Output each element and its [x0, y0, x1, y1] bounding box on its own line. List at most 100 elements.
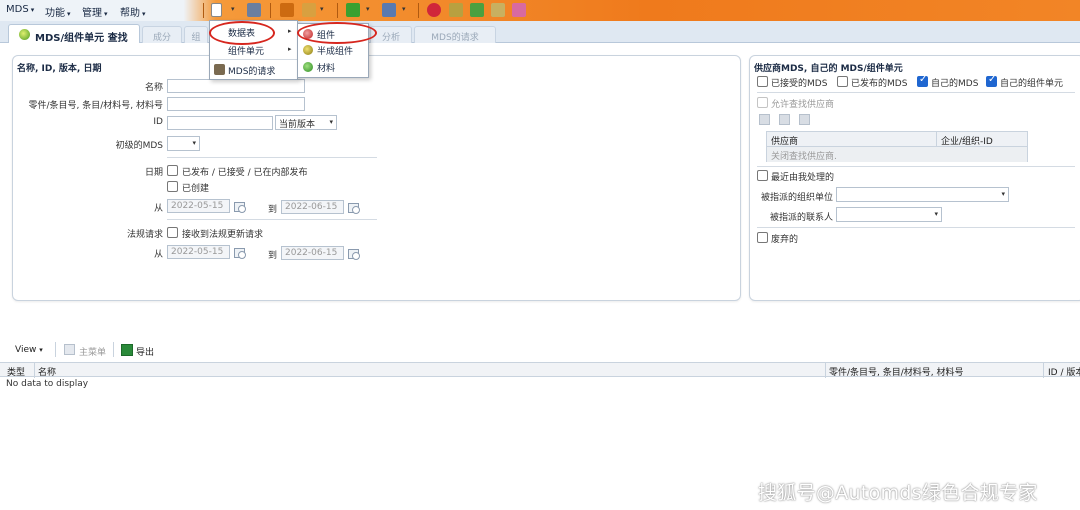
column-separator[interactable] [1043, 363, 1044, 378]
divider [167, 219, 377, 220]
column-separator[interactable] [825, 363, 826, 378]
settings-icon[interactable] [427, 3, 441, 17]
add-supplier-icon[interactable] [759, 114, 770, 125]
component-icon [19, 29, 30, 40]
menu-functions-label: 功能 [45, 8, 65, 19]
flag-icon[interactable] [280, 3, 294, 17]
submenu-item-material[interactable]: 材料 [317, 61, 335, 74]
excel-icon[interactable] [121, 344, 133, 356]
tab-label: MDS/组件单元 查找 [35, 33, 128, 44]
published-mds-checkbox[interactable] [837, 76, 848, 87]
id-input[interactable] [167, 116, 273, 130]
chart-icon[interactable] [302, 3, 316, 17]
allow-supplier-checkbox[interactable] [757, 97, 768, 108]
upload-icon[interactable] [382, 3, 396, 17]
column-id-version[interactable]: ID / 版本 [1048, 365, 1080, 378]
tab-mds-search[interactable]: MDS/组件单元 查找 [8, 24, 140, 44]
to-label: 到 [267, 205, 277, 215]
tab-mds-requests[interactable]: MDS的请求 [414, 26, 496, 43]
divider [757, 92, 1075, 93]
assigned-contact-label: 被指派的联系人 [769, 213, 833, 223]
supplier-table: 供应商 企业/组织-ID 关闭查找供应商. [766, 131, 1028, 162]
main-menu-button[interactable]: 主菜单 [79, 345, 106, 358]
date-label: 日期 [144, 168, 163, 178]
chevron-down-icon[interactable]: ▾ [231, 5, 235, 13]
own-mds-checkbox[interactable] [917, 74, 928, 87]
main-menu-icon[interactable] [64, 344, 75, 355]
submenu-item-semi-component[interactable]: 半成组件 [317, 44, 353, 57]
menu-item-component-unit[interactable]: 组件单元 [228, 44, 264, 57]
assigned-contact-select[interactable]: ▾ [836, 207, 942, 222]
chevron-down-icon[interactable]: ▾ [402, 5, 406, 13]
menu-admin-label: 管理 [82, 8, 102, 19]
save-icon[interactable] [247, 3, 261, 17]
date-to-input[interactable]: 2022-06-15 [281, 200, 344, 214]
flask-icon[interactable] [512, 3, 526, 17]
menu-help[interactable]: 帮助 ▾ [120, 4, 146, 19]
column-type[interactable]: 类型 [7, 365, 25, 378]
calendar-icon[interactable] [233, 200, 246, 213]
org-id-column-header[interactable]: 企业/组织-ID [937, 132, 1027, 147]
assigned-org-select[interactable]: ▾ [836, 187, 1009, 202]
new-document-icon[interactable] [211, 3, 222, 17]
tab-strip: MDS/组件单元 查找 成分 组 分析 MDS的请求 [0, 21, 1080, 44]
tools-icon[interactable] [449, 3, 463, 17]
regulation-request-label: 法规请求 [126, 230, 163, 240]
highlight-ring [297, 22, 377, 44]
discarded-label: 废弃的 [771, 235, 799, 245]
save-supplier-icon[interactable] [799, 114, 810, 125]
initial-mds-select[interactable]: ▾ [167, 136, 200, 151]
accepted-mds-checkbox[interactable] [757, 76, 768, 87]
submenu-arrow-icon: ▸ [288, 45, 292, 53]
column-separator[interactable] [34, 363, 35, 378]
menu-item-mds-request[interactable]: MDS的请求 [228, 64, 275, 77]
tab-group[interactable]: 组 [184, 26, 208, 43]
panel-title: 供应商MDS, 自己的 MDS/组件单元 [754, 64, 903, 74]
date-from-input[interactable]: 2022-05-15 [167, 199, 230, 213]
recent-processed-checkbox[interactable] [757, 170, 768, 181]
regulation-request-checkbox[interactable] [167, 227, 178, 238]
part-number-input[interactable] [167, 97, 305, 111]
date-published-checkbox[interactable] [167, 165, 178, 176]
tab-label: MDS的请求 [431, 33, 479, 43]
chevron-down-icon: ▾ [1001, 190, 1005, 198]
export-button[interactable]: 导出 [136, 345, 154, 358]
supplier-column-header[interactable]: 供应商 [767, 132, 937, 147]
reg-date-to-input[interactable]: 2022-06-15 [281, 246, 344, 260]
name-label: 名称 [144, 83, 163, 93]
name-input[interactable] [167, 79, 305, 93]
calendar-icon[interactable] [347, 201, 360, 214]
menu-bar: MDS ▾ 功能 ▾ 管理 ▾ 帮助 ▾ ▾ ▾ ▾ ▾ [0, 0, 1080, 21]
column-part-number[interactable]: 零件/条目号, 条目/材料号, 材料号 [829, 365, 964, 378]
calendar-icon[interactable] [347, 247, 360, 260]
from-label: 从 [153, 250, 163, 260]
view-menu[interactable]: View ▾ [15, 345, 43, 355]
hand-icon[interactable] [491, 3, 505, 17]
remove-supplier-icon[interactable] [779, 114, 790, 125]
chevron-down-icon[interactable]: ▾ [320, 5, 324, 13]
version-select[interactable]: 当前版本 ▾ [275, 115, 337, 130]
own-component-checkbox[interactable] [986, 74, 997, 87]
date-created-checkbox[interactable] [167, 181, 178, 192]
to-label: 到 [267, 251, 277, 261]
reg-date-from-input[interactable]: 2022-05-15 [167, 245, 230, 259]
empty-grid-message: No data to display [6, 379, 89, 389]
initial-mds-label: 初级的MDS [115, 141, 163, 151]
semi-component-icon [303, 45, 313, 55]
divider [167, 157, 377, 158]
chevron-down-icon[interactable]: ▾ [366, 5, 370, 13]
menu-admin[interactable]: 管理 ▾ [82, 4, 108, 19]
menu-help-label: 帮助 [120, 8, 140, 19]
menu-functions[interactable]: 功能 ▾ [45, 4, 71, 19]
divider [757, 227, 1075, 228]
menu-mds[interactable]: MDS ▾ [6, 4, 34, 15]
results-grid-header: 类型 名称 零件/条目号, 条目/材料号, 材料号 ID / 版本 [0, 362, 1080, 378]
calendar-icon[interactable] [233, 246, 246, 259]
tab-label: 分析 [381, 33, 400, 43]
network-icon[interactable] [470, 3, 484, 17]
tab-substance[interactable]: 成分 [142, 26, 182, 43]
column-name[interactable]: 名称 [38, 365, 56, 378]
download-icon[interactable] [346, 3, 360, 17]
toolbar-separator [55, 342, 56, 357]
discarded-checkbox[interactable] [757, 232, 768, 243]
